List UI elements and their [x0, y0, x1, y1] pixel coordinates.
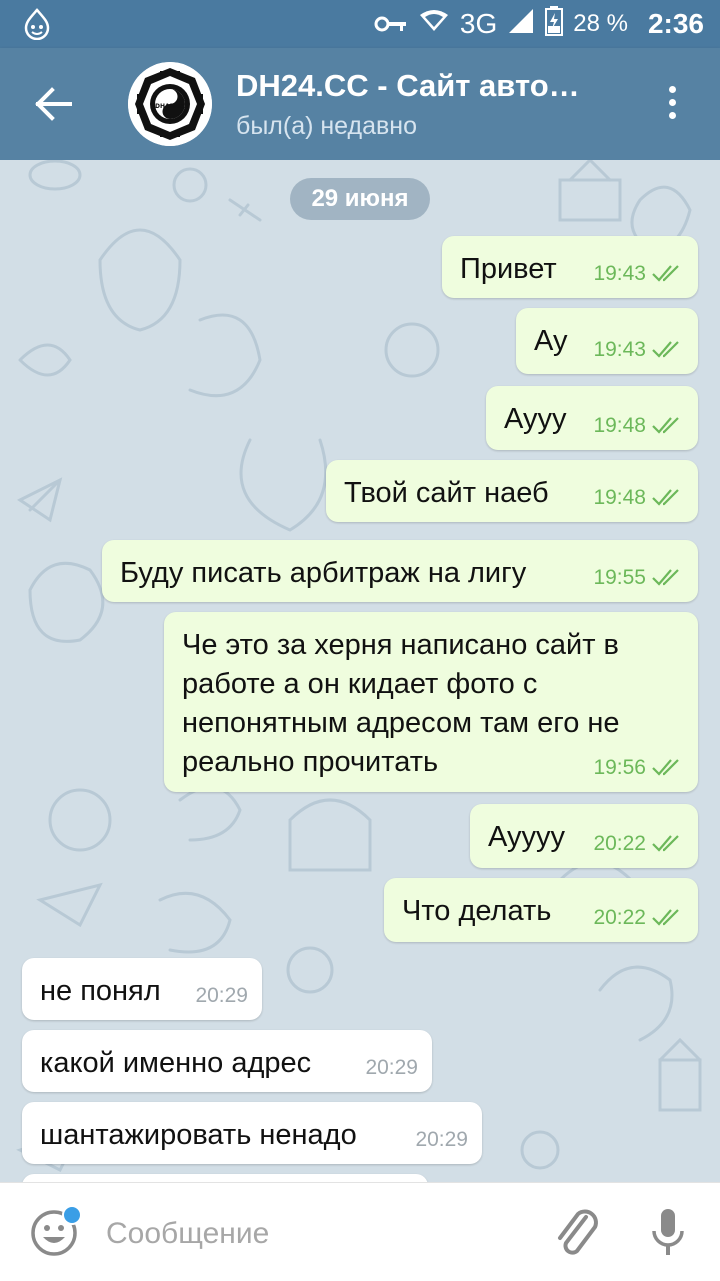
- message-bubble-outgoing[interactable]: Буду писать арбитраж на лигу 19:55: [102, 540, 698, 602]
- message-time: 19:48: [593, 414, 646, 437]
- message-time: 20:22: [593, 906, 646, 929]
- message-bubble-outgoing[interactable]: Аууу 19:48: [486, 386, 698, 450]
- message-list[interactable]: 29 июня Привет 19:43 Ау 19:43 Аууу 19:48…: [0, 160, 720, 1182]
- avatar[interactable]: DHARMA: [128, 62, 212, 146]
- status-bar: 3G 28 % 2:36: [0, 0, 720, 48]
- wifi-icon: [418, 9, 450, 40]
- chat-title[interactable]: DH24.CC - Сайт авто…: [236, 68, 626, 104]
- attach-icon[interactable]: [552, 1205, 602, 1261]
- double-check-icon: [652, 835, 679, 852]
- message-time: 19:56: [593, 756, 646, 779]
- message-bubble-outgoing[interactable]: Привет 19:43: [442, 236, 698, 298]
- message-time: 20:29: [195, 984, 248, 1007]
- message-bubble-outgoing[interactable]: Что делать 20:22: [384, 878, 698, 942]
- message-time: 20:22: [593, 832, 646, 855]
- message-bubble-incoming-partial[interactable]: [22, 1174, 428, 1182]
- message-bubble-outgoing[interactable]: Че это за херня написано сайт в работе а…: [164, 612, 698, 792]
- double-check-icon: [652, 759, 679, 776]
- network-type: 3G: [459, 8, 498, 39]
- microphone-icon[interactable]: [650, 1207, 686, 1259]
- message-bubble-outgoing[interactable]: Твой сайт наеб 19:48: [326, 460, 698, 522]
- date-separator: 29 июня: [290, 178, 430, 220]
- message-time: 19:43: [593, 338, 646, 361]
- double-check-icon: [652, 265, 679, 282]
- message-text: Твой сайт наеб: [344, 477, 549, 509]
- double-check-icon: [652, 909, 679, 926]
- message-input[interactable]: [104, 1211, 508, 1257]
- message-bubble-incoming[interactable]: шантажировать ненадо 20:29: [22, 1102, 482, 1164]
- last-seen-status: был(а) недавно: [236, 112, 418, 140]
- message-time: 20:29: [415, 1128, 468, 1151]
- message-text: Что делать: [402, 895, 552, 927]
- message-time: 19:55: [593, 566, 646, 589]
- double-check-icon: [652, 417, 679, 434]
- svg-text:DHARMA: DHARMA: [155, 103, 185, 110]
- message-text: шантажировать ненадо: [40, 1119, 357, 1151]
- back-arrow-icon[interactable]: [34, 86, 74, 122]
- composer-bar: [0, 1182, 720, 1281]
- message-text: Ауууу: [488, 821, 566, 853]
- message-text: Ау: [534, 325, 568, 357]
- key-icon: [374, 9, 408, 40]
- message-time: 19:48: [593, 486, 646, 509]
- message-bubble-outgoing[interactable]: Ауууу 20:22: [470, 804, 698, 868]
- double-check-icon: [652, 489, 679, 506]
- message-text: не понял: [40, 975, 161, 1007]
- message-bubble-incoming[interactable]: какой именно адрес 20:29: [22, 1030, 432, 1092]
- message-time: 20:29: [365, 1056, 418, 1079]
- double-check-icon: [652, 341, 679, 358]
- signal-icon: [507, 7, 535, 42]
- chat-header: DHARMA DH24.CC - Сайт авто… был(а) недав…: [0, 48, 720, 160]
- double-check-icon: [652, 569, 679, 586]
- message-bubble-incoming[interactable]: не понял 20:29: [22, 958, 262, 1020]
- battery-percent: 28 %: [573, 10, 628, 37]
- message-bubble-outgoing[interactable]: Ау 19:43: [516, 308, 698, 374]
- message-text: какой именно адрес: [40, 1047, 312, 1079]
- message-text: Привет: [460, 253, 557, 285]
- app-notification-icon: [22, 8, 52, 45]
- message-text: Аууу: [504, 403, 567, 435]
- new-sticker-badge: [62, 1205, 82, 1225]
- battery-charging-icon: [545, 5, 564, 43]
- message-time: 19:43: [593, 262, 646, 285]
- more-menu-icon[interactable]: [660, 86, 684, 126]
- clock: 2:36: [647, 8, 704, 39]
- message-text: Буду писать арбитраж на лигу: [120, 557, 527, 589]
